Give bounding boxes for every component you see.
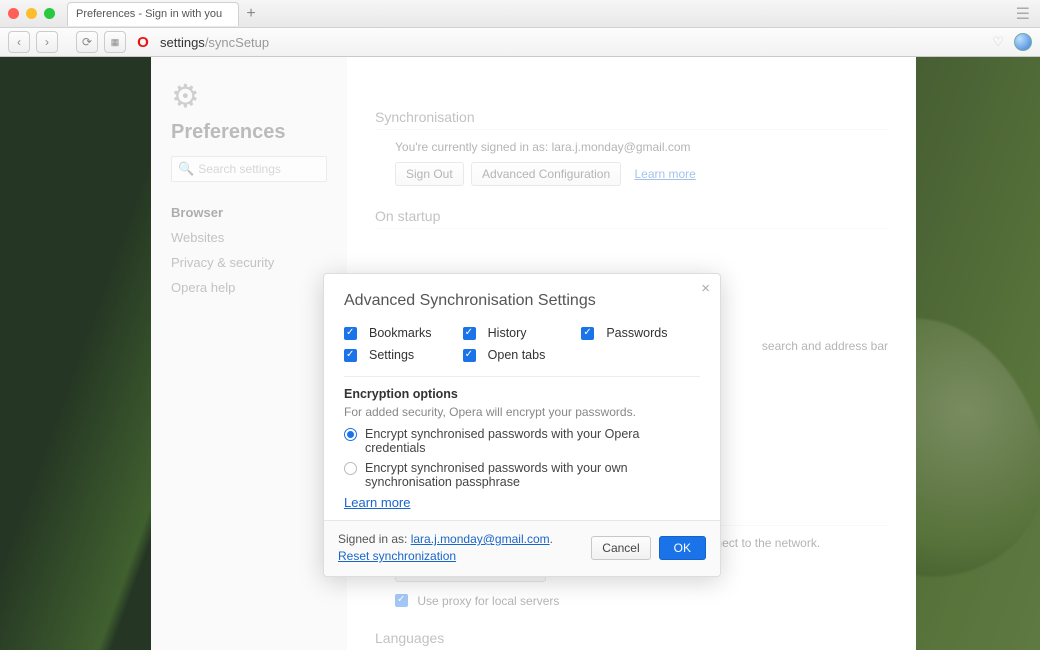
encrypt-own-passphrase-label: Encrypt synchronised passwords with your… [365, 461, 700, 489]
tab-menu-icon[interactable]: ☰ [1016, 4, 1030, 24]
sync-settings-label: Settings [369, 348, 414, 362]
dialog-close-button[interactable]: × [701, 280, 710, 297]
browser-tab[interactable]: Preferences - Sign in with you [67, 2, 239, 26]
encryption-options-title: Encryption options [344, 387, 700, 401]
sync-bookmarks-checkbox[interactable] [344, 327, 357, 340]
sync-open-tabs-checkbox[interactable] [463, 349, 476, 362]
sync-open-tabs-label: Open tabs [488, 348, 546, 362]
url-host: settings [160, 35, 205, 50]
reset-sync-link[interactable]: Reset synchronization [338, 549, 456, 563]
encrypt-own-passphrase-radio[interactable] [344, 462, 357, 475]
url-path: /syncSetup [205, 35, 269, 50]
window-minimize-dot[interactable] [26, 8, 37, 19]
sync-passwords-checkbox[interactable] [581, 327, 594, 340]
advanced-sync-dialog: × Advanced Synchronisation Settings Book… [323, 273, 721, 577]
sync-passwords-label: Passwords [606, 326, 667, 340]
encryption-options-desc: For added security, Opera will encrypt y… [344, 405, 700, 419]
footer-email-link[interactable]: lara.j.monday@gmail.com [411, 532, 550, 546]
dialog-title: Advanced Synchronisation Settings [344, 292, 700, 310]
encrypt-opera-credentials-radio[interactable] [344, 428, 357, 441]
forward-button[interactable]: › [36, 31, 58, 53]
sync-settings-checkbox[interactable] [344, 349, 357, 362]
dialog-cancel-button[interactable]: Cancel [591, 536, 650, 560]
reload-button[interactable]: ⟳ [76, 31, 98, 53]
new-tab-button[interactable]: + [239, 2, 263, 26]
encrypt-opera-credentials-label: Encrypt synchronised passwords with your… [365, 427, 700, 455]
sync-bookmarks-label: Bookmarks [369, 326, 432, 340]
footer-signed-in-text: Signed in as: [338, 532, 411, 546]
window-close-dot[interactable] [8, 8, 19, 19]
opera-logo-icon: O [132, 31, 154, 53]
dialog-ok-button[interactable]: OK [659, 536, 706, 560]
speed-dial-button[interactable]: ▦ [104, 31, 126, 53]
window-zoom-dot[interactable] [44, 8, 55, 19]
sync-history-label: History [488, 326, 527, 340]
tab-title: Preferences - Sign in with you [76, 8, 222, 20]
address-bar[interactable]: settings/syncSetup [160, 35, 986, 50]
encryption-learn-more-link[interactable]: Learn more [344, 495, 410, 510]
back-button[interactable]: ‹ [8, 31, 30, 53]
favorites-icon[interactable]: ♡ [992, 34, 1004, 50]
sync-history-checkbox[interactable] [463, 327, 476, 340]
profile-avatar-icon[interactable] [1014, 33, 1032, 51]
